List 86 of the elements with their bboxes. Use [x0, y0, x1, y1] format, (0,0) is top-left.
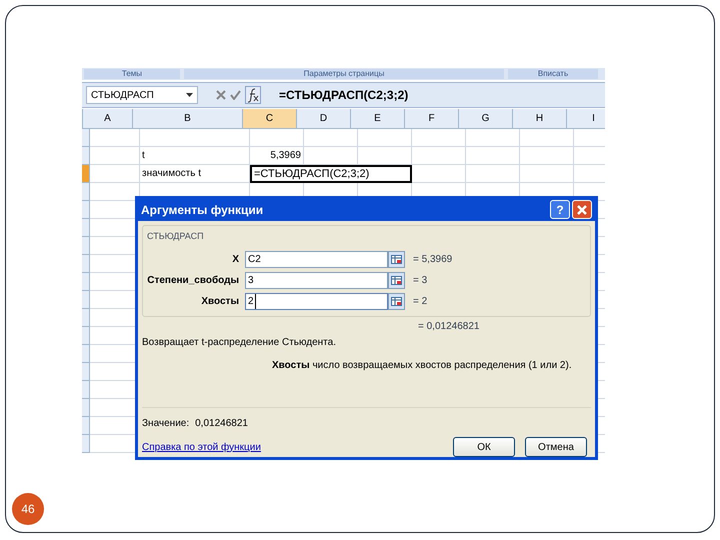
table-cell[interactable] — [358, 147, 412, 165]
row-header[interactable] — [82, 237, 90, 255]
formula-result: = 0,01246821 — [418, 320, 480, 334]
function-description: Возвращает t-распределение Стьюдента. — [142, 336, 337, 350]
collapse-dialog-button[interactable] — [388, 251, 405, 268]
range-select-icon — [391, 276, 402, 285]
column-header[interactable]: F — [405, 109, 459, 129]
close-icon — [577, 204, 587, 215]
column-header[interactable]: C — [243, 109, 297, 129]
close-button[interactable] — [572, 200, 592, 220]
table-cell[interactable] — [412, 129, 466, 147]
table-cell[interactable] — [90, 129, 140, 147]
table-cell[interactable] — [466, 147, 520, 165]
argument-result: = 5,3969 — [413, 253, 452, 267]
row-header[interactable] — [82, 327, 90, 345]
range-select-icon — [391, 297, 402, 306]
table-cell[interactable] — [520, 129, 574, 147]
argument-field[interactable]: 2 — [245, 293, 388, 310]
table-cell[interactable]: значимость t — [140, 165, 250, 183]
row-header[interactable] — [82, 345, 90, 363]
table-cell[interactable] — [520, 165, 574, 183]
row-header[interactable] — [82, 129, 90, 147]
ribbon-group-label: Вписать — [508, 69, 598, 79]
collapse-dialog-button[interactable] — [388, 293, 405, 310]
column-header[interactable]: G — [459, 109, 513, 129]
help-button[interactable]: ? — [550, 200, 570, 220]
row-header[interactable] — [82, 273, 90, 291]
table-cell[interactable]: t — [140, 147, 250, 165]
value-text: 0,01246821 — [195, 417, 248, 431]
row-header[interactable] — [82, 165, 90, 183]
check-icon[interactable] — [230, 90, 241, 100]
row-header[interactable] — [82, 183, 90, 201]
table-cell[interactable] — [90, 147, 140, 165]
collapse-dialog-button[interactable] — [388, 272, 405, 289]
argument-help-text: Хвосты число возвращаемых хвостов распределения (1 или 2). — [272, 359, 573, 373]
row-header[interactable] — [82, 417, 90, 435]
table-cell[interactable] — [304, 147, 358, 165]
dropdown-arrow-icon[interactable] — [186, 93, 193, 97]
table-cell[interactable] — [412, 147, 466, 165]
row-header[interactable] — [82, 255, 90, 273]
row-header[interactable] — [82, 399, 90, 417]
formula-text[interactable]: =СТЬЮДРАСП(C2;3;2) — [279, 86, 408, 104]
table-cell[interactable] — [140, 129, 250, 147]
argument-label: Хвосты — [200, 295, 240, 309]
ribbon-group-label: Темы — [84, 69, 180, 79]
cancel-icon[interactable] — [216, 90, 226, 100]
table-cell[interactable]: 5,3969 — [250, 147, 304, 165]
table-cell[interactable] — [466, 165, 520, 183]
dialog-button[interactable]: Отмена — [525, 437, 587, 457]
table-cell[interactable] — [520, 147, 574, 165]
row-header[interactable] — [82, 381, 90, 399]
column-header[interactable]: H — [513, 109, 567, 129]
column-header[interactable]: D — [297, 109, 351, 129]
row-header[interactable] — [82, 291, 90, 309]
range-select-icon — [391, 255, 402, 264]
column-header[interactable]: E — [351, 109, 405, 129]
insert-function-icon[interactable] — [245, 86, 261, 104]
argument-result: = 2 — [413, 295, 428, 309]
argument-label: X — [231, 253, 240, 267]
table-cell[interactable]: =СТЬЮДРАСП(C2;3;2) — [250, 165, 412, 183]
row-header[interactable] — [82, 363, 90, 381]
dialog-title: Аргументы функции — [141, 202, 264, 219]
function-name: СТЬЮДРАСП — [147, 230, 205, 243]
page-number: 46 — [12, 493, 44, 525]
table-cell[interactable] — [466, 129, 520, 147]
ribbon-group-label: Параметры страницы — [184, 69, 504, 79]
row-header[interactable] — [82, 435, 90, 453]
help-link[interactable]: Справка по этой функции — [142, 440, 261, 454]
argument-result: = 3 — [413, 274, 428, 288]
table-cell[interactable] — [358, 129, 412, 147]
table-cell[interactable] — [412, 165, 466, 183]
row-header[interactable] — [82, 309, 90, 327]
dialog-button[interactable]: ОК — [453, 437, 515, 457]
argument-label: Степени_свободы — [146, 274, 240, 288]
column-header[interactable]: B — [133, 109, 243, 129]
value-label: Значение: — [142, 417, 190, 431]
table-cell[interactable] — [250, 129, 304, 147]
column-header[interactable]: I — [567, 109, 605, 129]
table-cell[interactable] — [304, 129, 358, 147]
table-cell[interactable] — [90, 165, 140, 183]
row-header[interactable] — [82, 147, 90, 165]
argument-field[interactable]: C2 — [245, 251, 388, 268]
column-header[interactable]: A — [83, 109, 133, 129]
row-header[interactable] — [82, 219, 90, 237]
argument-field[interactable]: 3 — [245, 272, 388, 289]
row-header[interactable] — [82, 201, 90, 219]
